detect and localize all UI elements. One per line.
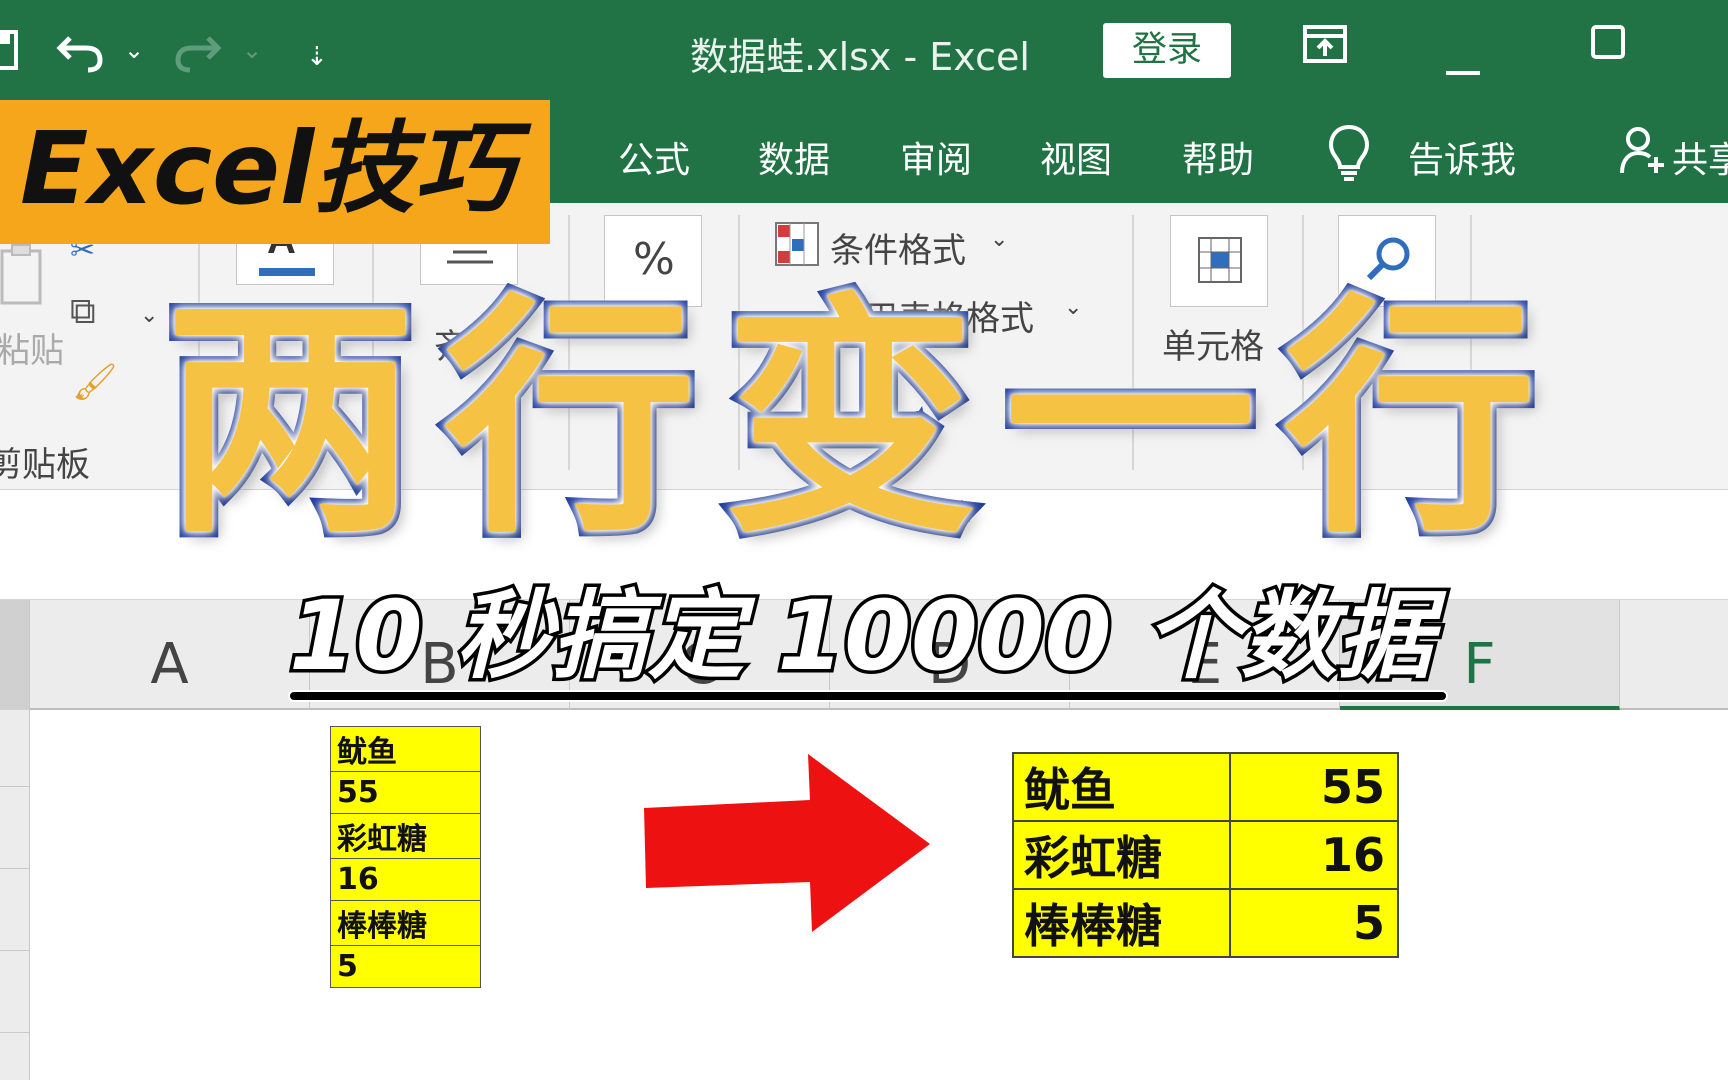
tips-banner: Excel技巧 (0, 100, 550, 244)
row-divider (0, 950, 30, 951)
source-cell[interactable]: 彩虹糖 (330, 813, 481, 859)
table-row: 鱿鱼 55 (1012, 752, 1399, 822)
result-value-cell[interactable]: 55 (1229, 752, 1399, 822)
window-title: 数据蛙.xlsx - Excel (690, 35, 1030, 79)
undo-dropdown-icon[interactable]: ⌄ (124, 38, 144, 62)
banner-title: Excel技巧 (20, 110, 515, 227)
conditional-format-button[interactable]: 条件格式 (830, 223, 966, 272)
source-cell[interactable]: 棒棒糖 (330, 900, 481, 946)
redo-icon[interactable] (172, 28, 222, 82)
tell-me-search[interactable]: 告诉我 (1408, 131, 1516, 183)
conditional-format-dropdown-icon[interactable]: ⌄ (990, 227, 1008, 252)
source-cell[interactable]: 16 (330, 858, 481, 901)
row-header-column (0, 710, 30, 1080)
tab-help[interactable]: 帮助 (1182, 131, 1254, 183)
source-cell[interactable]: 5 (330, 945, 481, 988)
tab-data[interactable]: 数据 (758, 131, 830, 183)
result-name-cell[interactable]: 彩虹糖 (1012, 820, 1231, 890)
result-value-cell[interactable]: 16 (1229, 820, 1399, 890)
row-divider (0, 786, 30, 787)
tab-review[interactable]: 审阅 (900, 131, 972, 183)
share-icon[interactable] (1620, 125, 1666, 186)
tab-view[interactable]: 视图 (1040, 131, 1112, 183)
lightbulb-icon[interactable] (1328, 123, 1370, 190)
result-value-cell[interactable]: 5 (1229, 888, 1399, 958)
table-row: 彩虹糖 16 (1012, 820, 1399, 890)
column-header-a[interactable]: A (30, 600, 310, 710)
conditional-format-icon[interactable] (774, 221, 820, 276)
result-name-cell[interactable]: 鱿鱼 (1012, 752, 1231, 822)
customize-quick-access-icon[interactable]: ⇣ (306, 44, 328, 70)
login-button[interactable]: 登录 (1103, 23, 1231, 78)
result-table: 鱿鱼 55 彩虹糖 16 棒棒糖 5 (1012, 752, 1399, 958)
table-row: 棒棒糖 5 (1012, 888, 1399, 958)
source-list-table: 鱿鱼 55 彩虹糖 16 棒棒糖 5 (330, 726, 481, 988)
source-cell[interactable]: 鱿鱼 (330, 726, 481, 772)
title-bar: ⌄ ⌄ ⇣ 数据蛙.xlsx - Excel 登录 (0, 0, 1728, 103)
minimize-icon[interactable] (1446, 44, 1480, 84)
main-title: 两行变一行 (158, 274, 1564, 567)
redo-dropdown-icon[interactable]: ⌄ (242, 38, 262, 62)
source-cell[interactable]: 55 (330, 771, 481, 814)
row-divider (0, 868, 30, 869)
undo-icon[interactable] (56, 28, 106, 82)
save-icon[interactable] (0, 30, 18, 78)
row-divider (0, 1032, 30, 1033)
select-all-corner[interactable] (0, 600, 30, 710)
maximize-icon[interactable] (1590, 24, 1626, 67)
tab-share[interactable]: 共享 (1672, 131, 1728, 183)
right-arrow-icon (644, 754, 930, 932)
result-name-cell[interactable]: 棒棒糖 (1012, 888, 1231, 958)
subtitle: 10 秒搞定 10000 个数据 (286, 580, 1437, 692)
subtitle-underline (288, 690, 1448, 702)
ribbon-display-options-icon[interactable] (1302, 24, 1348, 71)
tab-formulas[interactable]: 公式 (618, 131, 690, 183)
